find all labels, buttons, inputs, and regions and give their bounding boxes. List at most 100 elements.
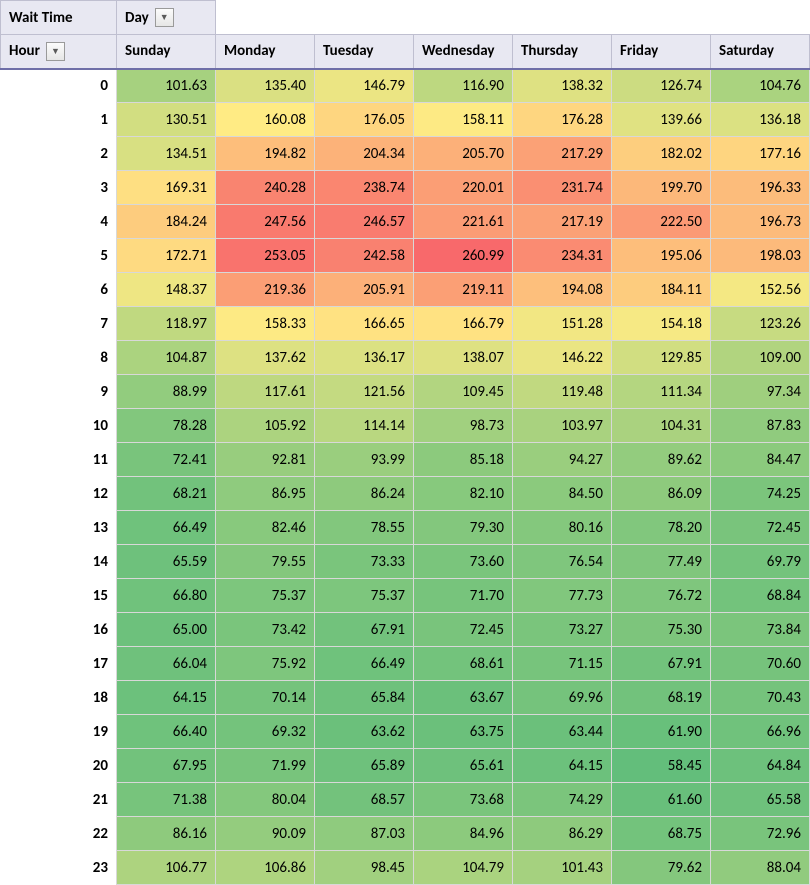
- table-row: 1465.5979.5573.3373.6076.5477.4969.79: [1, 545, 810, 579]
- heatmap-cell: 77.73: [513, 579, 612, 613]
- heatmap-cell: 67.91: [315, 613, 414, 647]
- heatmap-cell: 217.29: [513, 137, 612, 171]
- heatmap-cell: 72.45: [414, 613, 513, 647]
- heatmap-cell: 221.61: [414, 205, 513, 239]
- heatmap-cell: 148.37: [117, 273, 216, 307]
- heatmap-cell: 184.11: [612, 273, 711, 307]
- hour-label: 22: [1, 817, 117, 851]
- heatmap-cell: 169.31: [117, 171, 216, 205]
- heatmap-cell: 89.62: [612, 443, 711, 477]
- heatmap-cell: 73.60: [414, 545, 513, 579]
- heatmap-cell: 234.31: [513, 239, 612, 273]
- heatmap-cell: 75.37: [216, 579, 315, 613]
- heatmap-cell: 104.76: [711, 69, 810, 103]
- day-header[interactable]: Monday: [216, 35, 315, 69]
- heatmap-cell: 231.74: [513, 171, 612, 205]
- heatmap-cell: 86.16: [117, 817, 216, 851]
- heatmap-cell: 73.33: [315, 545, 414, 579]
- table-row: 2134.51194.82204.34205.70217.29182.02177…: [1, 137, 810, 171]
- heatmap-cell: 199.70: [612, 171, 711, 205]
- heatmap-cell: 71.99: [216, 749, 315, 783]
- day-header[interactable]: Saturday: [711, 35, 810, 69]
- table-row: 1078.28105.92114.1498.73103.97104.3187.8…: [1, 409, 810, 443]
- heatmap-cell: 222.50: [612, 205, 711, 239]
- heatmap-cell: 68.21: [117, 477, 216, 511]
- heatmap-cell: 105.92: [216, 409, 315, 443]
- day-header[interactable]: Sunday: [117, 35, 216, 69]
- table-row: 5172.71253.05242.58260.99234.31195.06198…: [1, 239, 810, 273]
- heatmap-cell: 101.63: [117, 69, 216, 103]
- heatmap-cell: 109.00: [711, 341, 810, 375]
- heatmap-cell: 158.11: [414, 103, 513, 137]
- table-row: 7118.97158.33166.65166.79151.28154.18123…: [1, 307, 810, 341]
- hour-label: 5: [1, 239, 117, 273]
- heatmap-cell: 242.58: [315, 239, 414, 273]
- heatmap-cell: 121.56: [315, 375, 414, 409]
- heatmap-cell: 123.26: [711, 307, 810, 341]
- heatmap-cell: 86.24: [315, 477, 414, 511]
- heatmap-cell: 66.04: [117, 647, 216, 681]
- heatmap-cell: 65.84: [315, 681, 414, 715]
- heatmap-cell: 75.92: [216, 647, 315, 681]
- heatmap-cell: 117.61: [216, 375, 315, 409]
- column-filter-button[interactable]: ▼: [155, 8, 174, 27]
- heatmap-cell: 78.28: [117, 409, 216, 443]
- row-filter-button[interactable]: ▼: [46, 42, 65, 61]
- heatmap-cell: 63.62: [315, 715, 414, 749]
- table-row: 3169.31240.28238.74220.01231.74199.70196…: [1, 171, 810, 205]
- hour-label: 19: [1, 715, 117, 749]
- heatmap-cell: 73.68: [414, 783, 513, 817]
- heatmap-cell: 195.06: [612, 239, 711, 273]
- heatmap-cell: 71.15: [513, 647, 612, 681]
- heatmap-cell: 85.18: [414, 443, 513, 477]
- hour-label: 20: [1, 749, 117, 783]
- day-header[interactable]: Thursday: [513, 35, 612, 69]
- row-field-cell[interactable]: Hour ▼: [1, 35, 117, 69]
- heatmap-cell: 205.70: [414, 137, 513, 171]
- table-row: 988.99117.61121.56109.45119.48111.3497.3…: [1, 375, 810, 409]
- hour-label: 8: [1, 341, 117, 375]
- heatmap-cell: 68.75: [612, 817, 711, 851]
- heatmap-cell: 194.08: [513, 273, 612, 307]
- heatmap-cell: 72.45: [711, 511, 810, 545]
- heatmap-cell: 137.62: [216, 341, 315, 375]
- table-row: 0101.63135.40146.79116.90138.32126.74104…: [1, 69, 810, 103]
- heatmap-cell: 151.28: [513, 307, 612, 341]
- heatmap-cell: 146.22: [513, 341, 612, 375]
- hour-label: 21: [1, 783, 117, 817]
- table-row: 23106.77106.8698.45104.79101.4379.6288.0…: [1, 851, 810, 885]
- heatmap-cell: 72.96: [711, 817, 810, 851]
- heatmap-cell: 78.55: [315, 511, 414, 545]
- heatmap-cell: 90.09: [216, 817, 315, 851]
- heatmap-cell: 172.71: [117, 239, 216, 273]
- column-field-cell[interactable]: Day ▼: [117, 1, 216, 35]
- heatmap-cell: 182.02: [612, 137, 711, 171]
- heatmap-cell: 63.67: [414, 681, 513, 715]
- heatmap-cell: 71.70: [414, 579, 513, 613]
- heatmap-cell: 219.36: [216, 273, 315, 307]
- day-header[interactable]: Tuesday: [315, 35, 414, 69]
- value-field-text: Wait Time: [9, 9, 73, 27]
- heatmap-cell: 194.82: [216, 137, 315, 171]
- heatmap-cell: 146.79: [315, 69, 414, 103]
- heatmap-cell: 166.65: [315, 307, 414, 341]
- heatmap-cell: 75.30: [612, 613, 711, 647]
- table-row: 1766.0475.9266.4968.6171.1567.9170.60: [1, 647, 810, 681]
- heatmap-cell: 138.07: [414, 341, 513, 375]
- heatmap-cell: 160.08: [216, 103, 315, 137]
- day-header[interactable]: Friday: [612, 35, 711, 69]
- heatmap-cell: 93.99: [315, 443, 414, 477]
- hour-label: 16: [1, 613, 117, 647]
- heatmap-cell: 78.20: [612, 511, 711, 545]
- heatmap-cell: 68.84: [711, 579, 810, 613]
- heatmap-cell: 66.96: [711, 715, 810, 749]
- heatmap-cell: 61.60: [612, 783, 711, 817]
- heatmap-cell: 66.80: [117, 579, 216, 613]
- heatmap-cell: 135.40: [216, 69, 315, 103]
- table-row: 2067.9571.9965.8965.6164.1558.4564.84: [1, 749, 810, 783]
- table-row: 2286.1690.0987.0384.9686.2968.7572.96: [1, 817, 810, 851]
- pivot-table: Wait Time Day ▼ Hour ▼: [0, 0, 810, 885]
- heatmap-cell: 205.91: [315, 273, 414, 307]
- table-row: 4184.24247.56246.57221.61217.19222.50196…: [1, 205, 810, 239]
- day-header[interactable]: Wednesday: [414, 35, 513, 69]
